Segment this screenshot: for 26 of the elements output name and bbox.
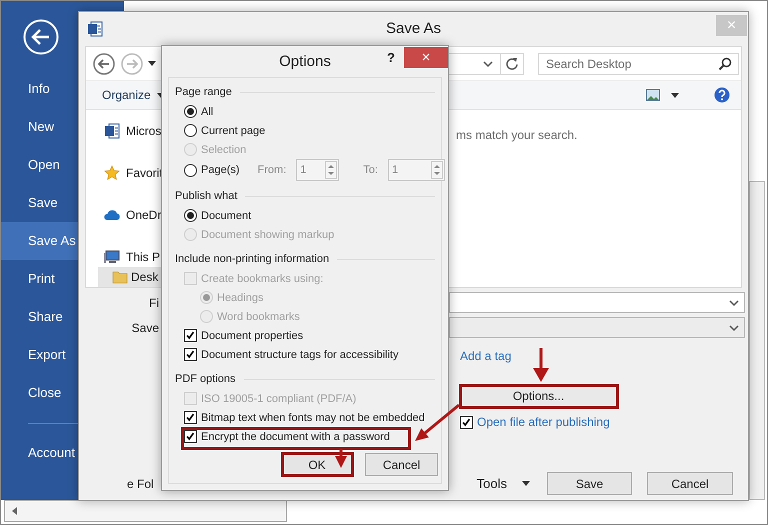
option-label: ISO 19005-1 compliant (PDF/A) [201, 392, 356, 404]
status-message: ms match your search. [456, 128, 578, 142]
option-label: Bitmap text when fonts may not be embedded [201, 412, 425, 424]
option-label: Headings [217, 292, 264, 304]
option-label: All [201, 106, 214, 118]
field-label: To: [363, 164, 378, 176]
group-title: Publish what [175, 190, 238, 202]
option-label: Document structure tags for accessibility [201, 348, 398, 360]
window-title: Save As [386, 19, 442, 37]
field-label: Fi [148, 296, 159, 310]
field-label: From: [258, 164, 286, 176]
window-title: Options [279, 52, 331, 70]
group-title: Include non-printing information [175, 253, 330, 265]
group-title: PDF options [175, 373, 236, 385]
checkbox-label: Open file after publishing [477, 415, 610, 429]
option-label: Selection [201, 144, 246, 156]
field-label: Save [130, 320, 159, 334]
option-label: Current page [201, 124, 266, 136]
option-label: Page(s) [201, 164, 240, 176]
group-title: Page range [175, 86, 232, 98]
option-label: Encrypt the document with a password [201, 430, 390, 442]
option-label: Create bookmarks using: [201, 272, 324, 284]
option-label: Document properties [201, 330, 304, 342]
option-label: Document [201, 210, 252, 222]
option-label: Document showing markup [201, 228, 334, 240]
option-label: Word bookmarks [217, 310, 300, 322]
